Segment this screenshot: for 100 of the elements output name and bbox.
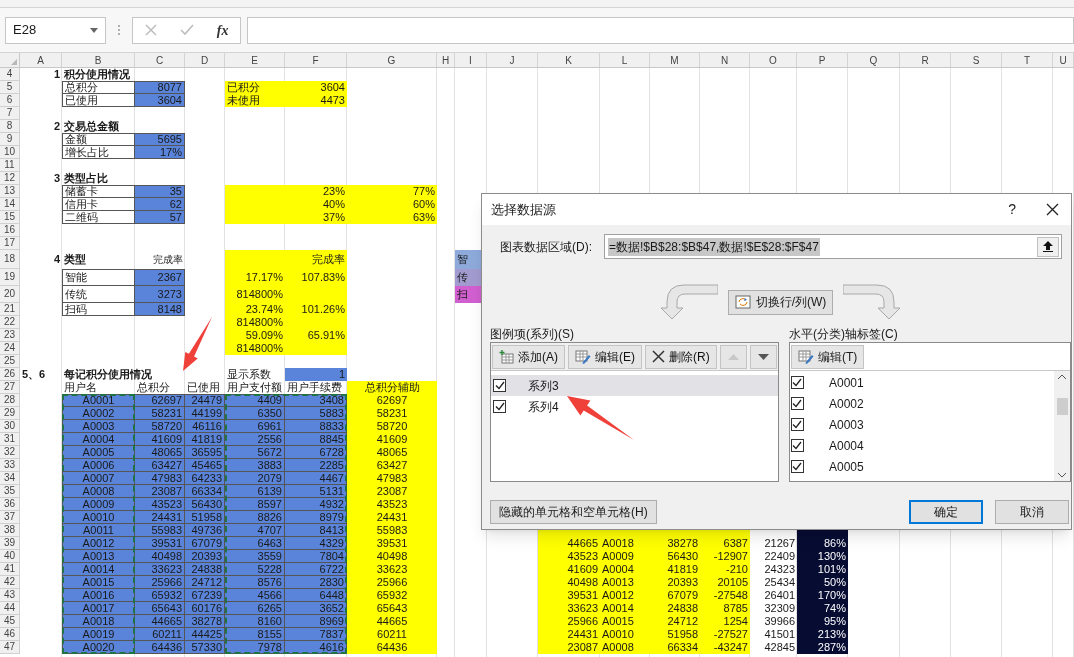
- column-header[interactable]: A: [20, 53, 62, 67]
- series-item[interactable]: 系列4: [491, 396, 778, 417]
- caret-icon[interactable]: [90, 27, 98, 33]
- row-header[interactable]: 25: [0, 355, 20, 368]
- checkbox[interactable]: [791, 460, 804, 473]
- move-down-button[interactable]: [749, 344, 777, 369]
- row-header[interactable]: 6: [0, 94, 20, 107]
- column-header[interactable]: B: [62, 53, 135, 67]
- column-header[interactable]: R: [900, 53, 951, 67]
- column-header[interactable]: F: [285, 53, 347, 67]
- column-header[interactable]: K: [538, 53, 600, 67]
- column-header[interactable]: D: [185, 53, 225, 67]
- row-header[interactable]: 13: [0, 185, 20, 198]
- row-header[interactable]: 40: [0, 550, 20, 563]
- ok-button[interactable]: 确定: [909, 500, 983, 524]
- scroll-down-icon[interactable]: [1058, 473, 1066, 478]
- row-header[interactable]: 19: [0, 269, 20, 286]
- cancel-button[interactable]: 取消: [995, 500, 1069, 524]
- row-header[interactable]: 35: [0, 485, 20, 498]
- row-header[interactable]: 45: [0, 615, 20, 628]
- column-header[interactable]: Q: [848, 53, 900, 67]
- row-header[interactable]: 24: [0, 342, 20, 355]
- add-button[interactable]: 添加(A): [492, 344, 565, 369]
- edit-button[interactable]: 编辑(T): [791, 344, 865, 369]
- help-button[interactable]: ?: [1008, 199, 1016, 220]
- column-header[interactable]: L: [600, 53, 650, 67]
- column-header[interactable]: J: [487, 53, 538, 67]
- row-header[interactable]: 18: [0, 250, 20, 269]
- insert-function-button[interactable]: fx: [216, 19, 229, 41]
- delete-button[interactable]: 删除(R): [645, 344, 717, 369]
- row-header[interactable]: 23: [0, 329, 20, 342]
- column-header[interactable]: U: [1053, 53, 1074, 67]
- row-header[interactable]: 36: [0, 498, 20, 511]
- row-header[interactable]: 44: [0, 602, 20, 615]
- row-header[interactable]: 4: [0, 68, 20, 81]
- switch-row-column-button[interactable]: 切换行/列(W): [727, 289, 834, 315]
- row-header[interactable]: 27: [0, 381, 20, 394]
- row-header[interactable]: 39: [0, 537, 20, 550]
- swap-icon: [734, 295, 751, 309]
- row-header[interactable]: 22: [0, 316, 20, 329]
- row-header[interactable]: 7: [0, 107, 20, 120]
- row-header[interactable]: 29: [0, 407, 20, 420]
- column-header[interactable]: O: [750, 53, 797, 67]
- checkbox[interactable]: [791, 376, 804, 389]
- row-header[interactable]: 47: [0, 641, 20, 654]
- series-item[interactable]: 系列3: [491, 375, 778, 396]
- column-header[interactable]: M: [650, 53, 700, 67]
- row-header[interactable]: 26: [0, 368, 20, 381]
- row-header[interactable]: 33: [0, 459, 20, 472]
- row-header[interactable]: 41: [0, 563, 20, 576]
- row-header[interactable]: 20: [0, 286, 20, 303]
- row-header[interactable]: 32: [0, 446, 20, 459]
- column-header[interactable]: T: [1002, 53, 1053, 67]
- row-header[interactable]: 10: [0, 146, 20, 159]
- table-cell: 51958: [185, 511, 225, 524]
- column-header[interactable]: G: [347, 53, 437, 67]
- column-header[interactable]: E: [225, 53, 285, 67]
- checkbox[interactable]: [493, 400, 506, 413]
- row-header[interactable]: 9: [0, 133, 20, 146]
- checkbox[interactable]: [791, 397, 804, 410]
- row-header[interactable]: 42: [0, 576, 20, 589]
- row-header[interactable]: 14: [0, 198, 20, 211]
- row-header[interactable]: 38: [0, 524, 20, 537]
- scrollbar-thumb[interactable]: [1056, 397, 1068, 415]
- delete-icon: [652, 350, 665, 363]
- scrollbar[interactable]: [1054, 371, 1070, 481]
- row-header[interactable]: 43: [0, 589, 20, 602]
- checkbox[interactable]: [493, 379, 506, 392]
- row-header[interactable]: 34: [0, 472, 20, 485]
- row-header[interactable]: 37: [0, 511, 20, 524]
- hidden-cells-button[interactable]: 隐藏的单元格和空单元格(H): [490, 500, 657, 524]
- scroll-up-icon[interactable]: [1058, 374, 1066, 379]
- table-cell: A0004: [62, 433, 135, 446]
- row-header[interactable]: 12: [0, 172, 20, 185]
- column-header[interactable]: P: [797, 53, 848, 67]
- checkbox[interactable]: [791, 439, 804, 452]
- row-header[interactable]: 15: [0, 211, 20, 224]
- row-header[interactable]: 31: [0, 433, 20, 446]
- row-header[interactable]: 28: [0, 394, 20, 407]
- data-range-field[interactable]: =数据!$B$28:$B$47,数据!$E$28:$F$47: [604, 234, 1062, 259]
- column-header[interactable]: H: [437, 53, 455, 67]
- collapse-button[interactable]: [1037, 236, 1059, 257]
- name-box[interactable]: E28: [5, 16, 106, 44]
- row-header[interactable]: 8: [0, 120, 20, 133]
- column-header[interactable]: I: [455, 53, 487, 67]
- row-header[interactable]: 21: [0, 303, 20, 316]
- row-header[interactable]: 46: [0, 628, 20, 641]
- row-header[interactable]: 30: [0, 420, 20, 433]
- column-header[interactable]: C: [135, 53, 185, 67]
- column-header[interactable]: S: [951, 53, 1002, 67]
- row-header[interactable]: 11: [0, 159, 20, 172]
- edit-button[interactable]: 编辑(E): [568, 344, 642, 369]
- row-header[interactable]: 16: [0, 224, 20, 237]
- formula-field[interactable]: [247, 16, 1074, 44]
- row-header[interactable]: 5: [0, 81, 20, 94]
- row-header[interactable]: 17: [0, 237, 20, 250]
- column-header[interactable]: N: [700, 53, 750, 67]
- checkbox[interactable]: [791, 418, 804, 431]
- close-icon[interactable]: [1046, 203, 1059, 216]
- table-cell: 41609: [347, 433, 437, 446]
